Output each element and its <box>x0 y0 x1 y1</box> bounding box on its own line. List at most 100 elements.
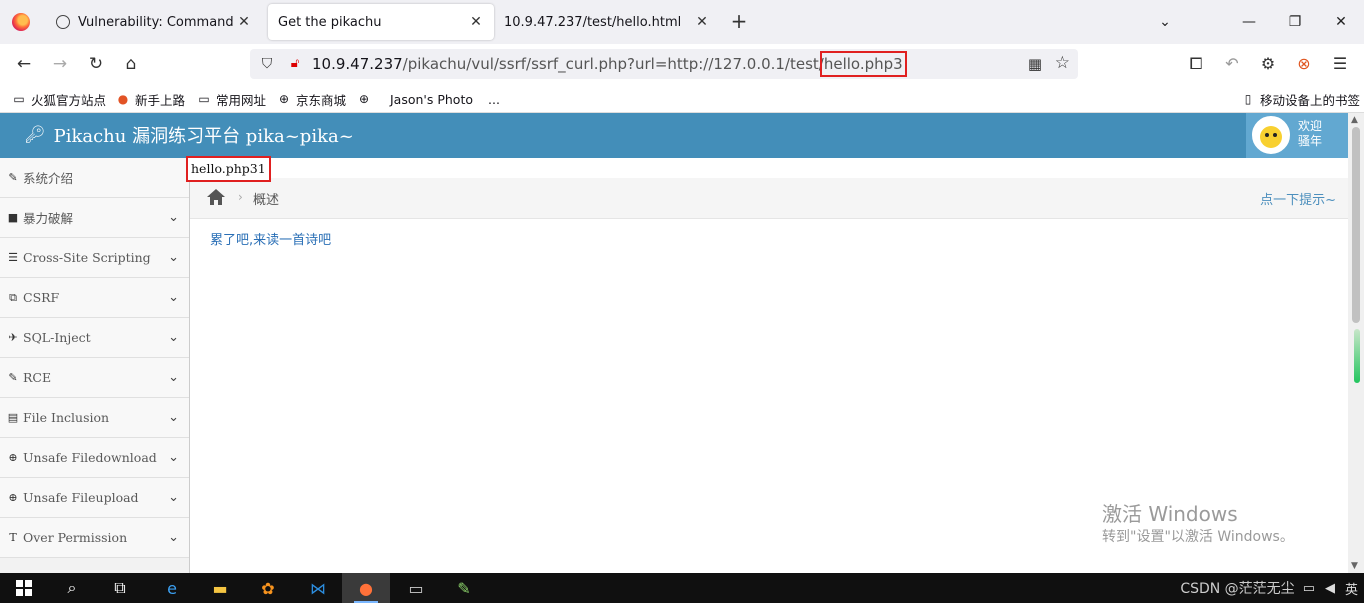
tracking-protection-shield-icon[interactable]: ⛉ <box>258 55 276 73</box>
sidebar-item-3[interactable]: ⧉ CSRF ⌄ <box>0 278 189 318</box>
globe-icon: ⊕ <box>278 92 290 106</box>
sidebar-item-8[interactable]: ⊕ Unsafe Fileupload ⌄ <box>0 478 189 518</box>
bookmark-label: 火狐官方站点 <box>31 92 107 108</box>
chevron-down-icon: ⌄ <box>168 250 179 265</box>
reload-button[interactable]: ↻ <box>84 52 108 76</box>
sidebar-item-2[interactable]: ☰ Cross-Site Scripting ⌄ <box>0 238 189 278</box>
list-icon: ☰ <box>8 251 18 264</box>
url-path: /pikachu/vul/ssrf/ssrf_curl.php?url=http… <box>402 55 824 73</box>
url-highlighted-file: hello.php3 <box>819 51 907 77</box>
file-icon: ▤ <box>7 411 19 424</box>
sidebar-item-label: 系统介绍 <box>23 171 74 186</box>
tab-title: Get the pikachu <box>278 14 382 30</box>
menu-hamburger-icon[interactable]: ☰ <box>1328 52 1352 76</box>
bookmark-jd[interactable]: ⊕ 京东商城 <box>277 90 346 108</box>
sidebar-item-1[interactable]: ■ 暴力破解 ⌄ <box>0 198 189 238</box>
bookmark-label: 京东商城 <box>296 92 347 108</box>
list-all-tabs-button[interactable]: ⌄ <box>1142 10 1188 34</box>
chevron-down-icon: ⌄ <box>168 370 179 385</box>
close-tab-icon[interactable]: ✕ <box>468 14 484 30</box>
sidebar-item-label: Over Permission <box>23 530 128 545</box>
tab-title: 10.9.47.237/test/hello.html <box>504 14 682 30</box>
qr-code-icon[interactable]: ▦ <box>1028 55 1042 73</box>
hint-link[interactable]: 点一下提示~ <box>1260 189 1336 208</box>
home-icon[interactable] <box>206 188 226 206</box>
scrollbar-thumb[interactable] <box>1352 127 1360 323</box>
search-icon[interactable]: ⌕ <box>48 573 96 603</box>
firefox-small-icon: ● <box>117 92 129 106</box>
minimize-button[interactable]: — <box>1226 10 1272 34</box>
task-view-icon[interactable]: ⧉ <box>96 573 144 603</box>
notepad-icon[interactable]: ✎ <box>440 573 488 603</box>
app-brand[interactable]: 🔑︎ Pikachu 漏洞练习平台 pika~pika~ <box>24 122 354 148</box>
bookmark-folder-common[interactable]: ▭ 常用网址 <box>197 90 266 108</box>
sidebar-item-5[interactable]: ✎ RCE ⌄ <box>0 358 189 398</box>
poem-link[interactable]: 累了吧,来读一首诗吧 <box>210 229 331 248</box>
addon-icon[interactable]: ⊗ <box>1292 52 1316 76</box>
sidebar-item-label: 暴力破解 <box>23 211 74 226</box>
bookmark-star-icon[interactable]: ☆ <box>1055 54 1070 72</box>
file-explorer-icon[interactable]: ▬ <box>196 573 244 603</box>
home-button[interactable]: ⌂ <box>119 52 143 76</box>
firefox-taskbar-icon[interactable]: ● <box>342 573 390 603</box>
close-tab-icon[interactable]: ✕ <box>694 14 710 30</box>
bookmark-folder-firefox[interactable]: ▭ 火狐官方站点 <box>12 90 106 108</box>
url-host: 10.9.47.237 <box>312 55 403 73</box>
page-scrollbar[interactable]: ▲ ▼ <box>1348 113 1364 573</box>
firefox-view-button[interactable] <box>0 0 42 44</box>
chevron-right-icon: › <box>238 190 243 204</box>
tab-hello-html[interactable]: 10.9.47.237/test/hello.html ✕ <box>494 4 720 40</box>
scroll-down-icon[interactable]: ▼ <box>1351 561 1358 571</box>
sidebar-item-7[interactable]: ⊕ Unsafe Filedownload ⌄ <box>0 438 189 478</box>
bookmark-getting-started[interactable]: ● 新手上路 <box>116 90 185 108</box>
bookmark-mobile[interactable]: ▯ 移动设备上的书签 <box>1241 90 1360 108</box>
scroll-up-icon[interactable]: ▲ <box>1351 115 1358 125</box>
speaker-icon[interactable]: ◀ <box>1325 581 1335 596</box>
watermark-subtitle: 转到"设置"以激活 Windows。 <box>1102 529 1294 545</box>
ime-indicator[interactable]: 英 <box>1345 579 1358 598</box>
close-window-button[interactable]: ✕ <box>1318 10 1364 34</box>
user-menu[interactable]: 欢迎 骚年 <box>1246 113 1348 158</box>
external-link-icon: ⧉ <box>9 290 17 304</box>
activate-windows-watermark: 激活 Windows 转到"设置"以激活 Windows。 <box>1102 501 1294 547</box>
restore-button[interactable]: ❐ <box>1272 10 1318 34</box>
screenshot-crop-icon[interactable]: ⧠ <box>1184 52 1208 76</box>
sidebar-item-6[interactable]: ▤ File Inclusion ⌄ <box>0 398 189 438</box>
new-tab-button[interactable]: + <box>727 10 751 34</box>
url-text[interactable]: 10.9.47.237/pikachu/vul/ssrf/ssrf_curl.p… <box>312 51 907 77</box>
welcome-text: 欢迎 骚年 <box>1298 119 1322 149</box>
sidebar-item-9[interactable]: T Over Permission ⌄ <box>0 518 189 558</box>
lock-icon: ■ <box>7 211 19 224</box>
extensions-icon[interactable]: ⚙ <box>1256 52 1280 76</box>
welcome-line1: 欢迎 <box>1298 119 1323 133</box>
tab-command-injection[interactable]: Vulnerability: Command Injec ✕ <box>46 4 262 40</box>
folder-icon: ▭ <box>198 92 210 106</box>
sidebar-item-0[interactable]: ✎ 系统介绍 <box>0 158 189 198</box>
folder-icon: ▭ <box>13 92 25 106</box>
ie-icon[interactable]: e <box>148 573 196 603</box>
back-button[interactable]: ← <box>12 52 36 76</box>
chevron-down-icon: ⌄ <box>168 490 179 505</box>
bookmark-label: 新手上路 <box>135 92 186 108</box>
insecure-connection-icon[interactable]: 🔓︎ <box>286 55 304 73</box>
forward-button[interactable]: → <box>48 52 72 76</box>
network-icon[interactable]: ▭ <box>1303 581 1315 596</box>
terminal-icon[interactable]: ▭ <box>392 573 440 603</box>
close-tab-icon[interactable]: ✕ <box>236 14 252 30</box>
bookmark-overflow[interactable]: ... <box>488 90 500 108</box>
pencil-icon: ✎ <box>8 371 18 384</box>
dvwa-favicon-icon <box>56 15 70 29</box>
sidebar-item-4[interactable]: ✈ SQL-Inject ⌄ <box>0 318 189 358</box>
chevron-down-icon: ⌄ <box>168 210 179 225</box>
start-button[interactable] <box>0 573 48 603</box>
chevron-down-icon: ⌄ <box>168 530 179 545</box>
sidebar-item-label: CSRF <box>23 290 60 305</box>
xampp-icon[interactable]: ✿ <box>244 573 292 603</box>
tab-get-the-pikachu[interactable]: Get the pikachu ✕ <box>268 4 494 40</box>
page-viewport: 🔑︎ Pikachu 漏洞练习平台 pika~pika~ 欢迎 骚年 ✎ 系统介绍 ■ 暴… <box>0 113 1348 573</box>
bookmark-jasons-photo[interactable]: ⊕ Jason's Photo <box>357 90 473 108</box>
undo-icon[interactable]: ↶ <box>1220 52 1244 76</box>
vscode-icon[interactable]: ⋈ <box>294 573 342 603</box>
address-bar[interactable]: ⛉ 🔓︎ 10.9.47.237/pikachu/vul/ssrf/ssrf_c… <box>250 49 1078 79</box>
upload-icon: ⊕ <box>8 491 18 504</box>
